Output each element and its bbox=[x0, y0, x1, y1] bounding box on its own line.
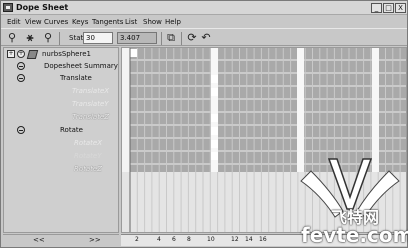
rotate-label: Rotate bbox=[60, 126, 83, 134]
object-label: nurbsSphere1 bbox=[42, 50, 91, 58]
close-button[interactable]: X bbox=[395, 3, 406, 13]
start-column bbox=[122, 48, 130, 172]
time-tick: 14 bbox=[245, 236, 253, 243]
key-tick bbox=[211, 140, 218, 148]
time-tick: 2 bbox=[135, 236, 139, 243]
key-tick bbox=[130, 49, 137, 57]
collapse-icon[interactable] bbox=[17, 74, 25, 82]
app-icon bbox=[3, 3, 13, 12]
watermark-english: fevte.com bbox=[301, 223, 408, 247]
time-tick: 10 bbox=[207, 236, 215, 243]
translate-z-label: TranslateZ bbox=[72, 113, 110, 121]
time-tick: 16 bbox=[259, 236, 267, 243]
nurbs-sphere-icon bbox=[26, 50, 39, 59]
refresh-icon[interactable]: ⟳ bbox=[185, 31, 199, 45]
outliner-panel: + + nurbsSphere1 Dopesheet Summary Trans… bbox=[3, 47, 119, 233]
hierarchy-icon[interactable]: ⧉ bbox=[164, 31, 178, 45]
outliner-row-rotate-z[interactable]: RotateZ bbox=[4, 164, 118, 176]
key-tick bbox=[211, 114, 218, 122]
stats-value-field[interactable]: 3.407 bbox=[117, 32, 157, 44]
outliner-row-rotate[interactable]: Rotate bbox=[4, 125, 118, 137]
rotate-y-label: RotateY bbox=[74, 152, 102, 160]
time-tick: 8 bbox=[187, 236, 191, 243]
menu-show[interactable]: Show bbox=[143, 18, 162, 26]
add-key-tool-icon[interactable]: ⚲ bbox=[41, 31, 55, 45]
time-tick: 6 bbox=[172, 236, 176, 243]
time-tick: 4 bbox=[157, 236, 161, 243]
undo-icon[interactable]: ↶ bbox=[199, 31, 213, 45]
outliner-row-summary[interactable]: Dopesheet Summary bbox=[4, 61, 118, 73]
outliner-row-translate-y[interactable]: TranslateY bbox=[4, 99, 118, 111]
rotate-z-label: RotateZ bbox=[74, 165, 103, 173]
scroll-left-button[interactable]: << bbox=[33, 236, 45, 244]
outliner-row-rotate-y[interactable]: RotateY bbox=[4, 151, 118, 163]
toolbar-separator bbox=[59, 32, 60, 45]
translate-label: Translate bbox=[60, 74, 92, 82]
dope-sheet-window: Dope Sheet _ □ X Edit View Curves Keys T… bbox=[0, 0, 408, 248]
minimize-button[interactable]: _ bbox=[371, 3, 382, 13]
move-key-tool-icon[interactable]: ⚲ bbox=[5, 31, 19, 45]
outliner-row-translate[interactable]: Translate bbox=[4, 73, 118, 85]
translate-x-label: TranslateX bbox=[72, 87, 110, 95]
key-tick bbox=[211, 75, 218, 83]
toolbar: ⚲ ⚹ ⚲ Stats 30 3.407 ⧉ ⟳ ↶ bbox=[1, 28, 407, 46]
key-tick bbox=[211, 127, 218, 135]
menu-edit[interactable]: Edit bbox=[7, 18, 21, 26]
outliner-scroll-bar[interactable]: << >> bbox=[3, 234, 119, 246]
outliner-row-translate-x[interactable]: TranslateX bbox=[4, 86, 118, 98]
outliner-row-rotate-x[interactable]: RotateX bbox=[4, 138, 118, 150]
insert-key-tool-icon[interactable]: ⚹ bbox=[23, 31, 37, 45]
time-tick: 12 bbox=[231, 236, 239, 243]
toolbar-separator bbox=[181, 32, 182, 45]
outliner-row-object[interactable]: + + nurbsSphere1 bbox=[4, 49, 118, 61]
summary-label: Dopesheet Summary bbox=[44, 62, 118, 70]
expand-icon[interactable]: + bbox=[7, 50, 15, 58]
menu-curves[interactable]: Curves bbox=[44, 18, 68, 26]
menu-bar: Edit View Curves Keys Tangents List Show… bbox=[1, 16, 407, 28]
key-tick bbox=[211, 88, 218, 96]
maximize-button[interactable]: □ bbox=[383, 3, 394, 13]
menu-help[interactable]: Help bbox=[165, 18, 181, 26]
window-title: Dope Sheet bbox=[16, 3, 69, 12]
translate-y-label: TranslateY bbox=[72, 100, 109, 108]
outliner-row-translate-z[interactable]: TranslateZ bbox=[4, 112, 118, 124]
menu-tangents[interactable]: Tangents bbox=[92, 18, 123, 26]
rotate-x-label: RotateX bbox=[74, 139, 103, 147]
key-tick bbox=[211, 152, 218, 160]
toolbar-separator bbox=[161, 32, 162, 45]
scroll-right-button[interactable]: >> bbox=[89, 236, 101, 244]
title-bar[interactable]: Dope Sheet _ □ X bbox=[1, 1, 407, 15]
menu-view[interactable]: View bbox=[25, 18, 42, 26]
collapse-icon[interactable] bbox=[17, 62, 25, 70]
menu-keys[interactable]: Keys bbox=[72, 18, 88, 26]
expand-all-icon[interactable]: + bbox=[17, 50, 25, 58]
menu-list[interactable]: List bbox=[125, 18, 137, 26]
collapse-icon[interactable] bbox=[17, 126, 25, 134]
stats-frame-field[interactable]: 30 bbox=[83, 32, 113, 44]
